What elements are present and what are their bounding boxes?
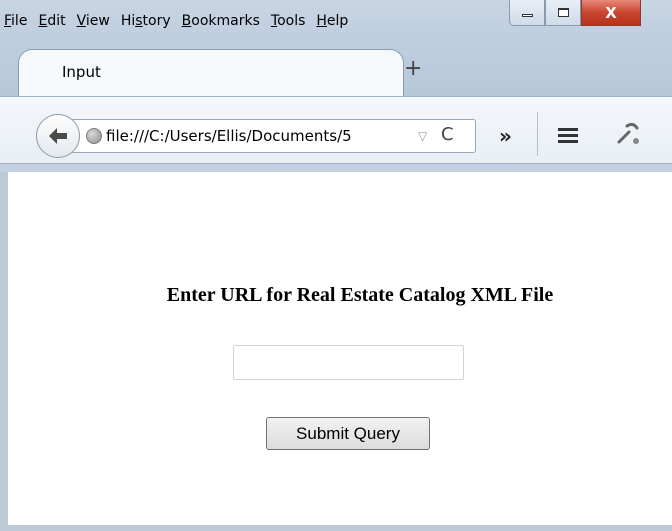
url-text[interactable]: file:///C:/Users/Ellis/Documents/5: [106, 127, 412, 145]
toolbar-separator: [537, 112, 538, 156]
close-icon: X: [605, 3, 617, 22]
tab-title: Input: [62, 63, 101, 81]
submit-query-button[interactable]: Submit Query: [266, 417, 430, 450]
menu-history[interactable]: History: [121, 13, 171, 29]
minimize-icon: [521, 14, 533, 17]
maximize-icon: [557, 8, 569, 17]
new-tab-button[interactable]: +: [404, 58, 422, 80]
maximize-button[interactable]: [545, 0, 581, 26]
globe-icon: [86, 128, 102, 144]
menu-view[interactable]: View: [77, 13, 110, 29]
window-caption-buttons: X: [509, 0, 641, 26]
back-arrow-icon: [49, 128, 67, 144]
hamburger-menu-icon[interactable]: [558, 128, 578, 144]
menu-bookmarks[interactable]: Bookmarks: [182, 13, 260, 29]
developer-wrench-icon[interactable]: [615, 120, 641, 152]
menu-edit[interactable]: Edit: [38, 13, 65, 29]
close-button[interactable]: X: [581, 0, 641, 26]
menu-file[interactable]: File: [4, 13, 27, 29]
minimize-button[interactable]: [509, 0, 545, 26]
menu-help[interactable]: Help: [316, 13, 348, 29]
menu-tools[interactable]: Tools: [271, 13, 306, 29]
url-input[interactable]: [233, 345, 464, 380]
history-dropmarker-icon[interactable]: ▽: [418, 129, 427, 143]
reload-icon[interactable]: C: [441, 124, 454, 145]
page-heading: Enter URL for Real Estate Catalog XML Fi…: [166, 284, 554, 306]
back-button[interactable]: [36, 114, 80, 158]
wrench-icon: [617, 122, 639, 144]
toolbar-overflow-button[interactable]: »: [499, 124, 512, 148]
